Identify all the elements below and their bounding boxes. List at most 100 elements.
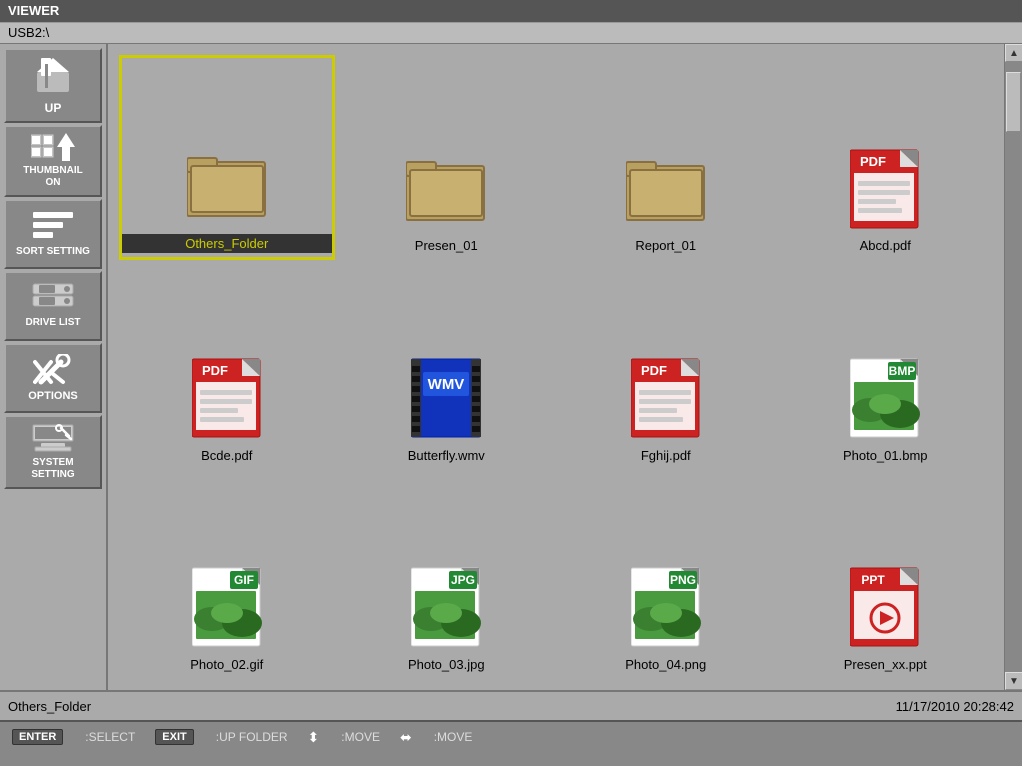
exit-key: EXIT	[155, 729, 193, 745]
wmv-icon: WMV	[411, 354, 481, 439]
pdf-icon-wrap-abcd: PDF	[845, 142, 925, 232]
scrollbar: ▲ ▼	[1004, 44, 1022, 690]
svg-text:WMV: WMV	[428, 376, 465, 393]
file-name-report01: Report_01	[635, 238, 696, 253]
sort-label: SORT SETTING	[16, 246, 90, 258]
folder-icon-wrap-3	[626, 142, 706, 232]
svg-text:PDF: PDF	[860, 154, 886, 169]
folder-icon	[187, 148, 267, 218]
status-right: 11/17/2010 20:28:42	[896, 699, 1014, 714]
scroll-thumb[interactable]	[1006, 72, 1021, 132]
file-name-fghij-pdf: Fghij.pdf	[641, 448, 691, 463]
scroll-down-arrow: ▼	[1009, 676, 1019, 687]
drive-label: DRIVE LIST	[25, 317, 80, 329]
svg-text:PDF: PDF	[641, 363, 667, 378]
scroll-up-button[interactable]: ▲	[1005, 44, 1022, 62]
file-name-abcd-pdf: Abcd.pdf	[860, 238, 911, 253]
file-name-others-folder: Others_Folder	[122, 234, 332, 253]
file-name-butterfly-wmv: Butterfly.wmv	[408, 448, 485, 463]
file-name-photo01-bmp: Photo_01.bmp	[843, 448, 928, 463]
file-name-photo03-jpg: Photo_03.jpg	[408, 657, 485, 672]
file-item-report01[interactable]: Report_01	[561, 58, 771, 257]
ppt-icon-wrap: PPT	[845, 561, 925, 651]
png-icon-wrap: PNG	[626, 561, 706, 651]
file-item-photo01-bmp[interactable]: BMP Photo_01.bmp	[781, 267, 991, 466]
system-setting-button[interactable]: SYSTEM SETTING	[4, 415, 102, 489]
up-icon	[33, 56, 73, 97]
ppt-icon: PPT	[850, 563, 920, 648]
file-area: Others_Folder Presen_01	[108, 44, 1022, 690]
file-item-photo03-jpg[interactable]: JPG Photo_03.jpg	[342, 477, 552, 676]
file-item-others-folder[interactable]: Others_Folder	[122, 58, 332, 257]
scroll-track[interactable]	[1005, 62, 1022, 672]
pdf-icon-bcde: PDF	[192, 354, 262, 439]
up-label: UP	[45, 101, 62, 115]
scroll-down-button[interactable]: ▼	[1005, 672, 1022, 690]
jpg-icon-wrap: JPG	[406, 561, 486, 651]
enter-key: ENTER	[12, 729, 63, 745]
folder-icon-wrap	[187, 138, 267, 228]
file-name-photo04-png: Photo_04.png	[625, 657, 706, 672]
up-button[interactable]: UP	[4, 48, 102, 123]
system-label: SYSTEM SETTING	[10, 457, 96, 481]
thumbnail-button[interactable]: THUMBNAILON	[4, 125, 102, 197]
file-item-fghij-pdf[interactable]: PDF Fghij.pdf	[561, 267, 771, 466]
jpg-icon: JPG	[411, 563, 481, 648]
svg-text:PNG: PNG	[670, 573, 696, 587]
thumbnail-icon	[31, 133, 75, 161]
status-left: Others_Folder	[8, 699, 896, 714]
file-name-presenxx-ppt: Presen_xx.ppt	[844, 657, 927, 672]
svg-text:BMP: BMP	[889, 364, 916, 378]
options-icon	[33, 354, 73, 386]
current-path: USB2:\	[8, 25, 49, 40]
status-bar: Others_Folder 11/17/2010 20:28:42	[0, 690, 1022, 720]
app-title: VIEWER	[8, 3, 59, 18]
pdf-icon-fghij: PDF	[631, 354, 701, 439]
gif-icon-wrap: GIF	[187, 561, 267, 651]
title-bar: VIEWER	[0, 0, 1022, 22]
file-item-presen01[interactable]: Presen_01	[342, 58, 552, 257]
enter-label: :SELECT	[85, 730, 135, 744]
png-icon: PNG	[631, 563, 701, 648]
sort-icon	[31, 210, 75, 242]
pdf-icon-wrap-bcde: PDF	[187, 352, 267, 442]
file-item-presenxx-ppt[interactable]: PPT Presen_xx.ppt	[781, 477, 991, 676]
folder-icon-2	[406, 152, 486, 222]
move-label-1: :MOVE	[341, 730, 380, 744]
move-label-2: :MOVE	[434, 730, 473, 744]
path-bar: USB2:\	[0, 22, 1022, 44]
folder-icon-3	[626, 152, 706, 222]
thumbnail-label: THUMBNAILON	[23, 165, 82, 189]
pdf-icon-abcd: PDF	[850, 145, 920, 230]
file-name-bcde-pdf: Bcde.pdf	[201, 448, 252, 463]
file-grid: Others_Folder Presen_01	[108, 44, 1004, 690]
file-name-presen01: Presen_01	[415, 238, 478, 253]
gif-icon: GIF	[192, 563, 262, 648]
system-icon	[31, 423, 75, 453]
file-item-photo02-gif[interactable]: GIF Photo_02.gif	[122, 477, 332, 676]
scroll-up-arrow: ▲	[1009, 48, 1019, 59]
file-item-bcde-pdf[interactable]: PDF Bcde.pdf	[122, 267, 332, 466]
move-arrow-1: ⬍	[308, 729, 320, 746]
pdf-icon-wrap-fghij: PDF	[626, 352, 706, 442]
options-label: OPTIONS	[28, 390, 78, 402]
exit-label: :UP FOLDER	[216, 730, 288, 744]
file-item-butterfly-wmv[interactable]: WMV Butterfly.wmv	[342, 267, 552, 466]
folder-icon-wrap-2	[406, 142, 486, 232]
svg-text:JPG: JPG	[451, 573, 475, 587]
bottom-bar: ENTER :SELECT EXIT :UP FOLDER ⬍ :MOVE ⬌ …	[0, 720, 1022, 752]
drive-icon	[31, 283, 75, 313]
main-layout: UP THUMBNAILON	[0, 44, 1022, 690]
svg-text:PPT: PPT	[862, 573, 886, 587]
drive-list-button[interactable]: DRIVE LIST	[4, 271, 102, 341]
sort-button[interactable]: SORT SETTING	[4, 199, 102, 269]
file-item-abcd-pdf[interactable]: PDF Abcd.pdf	[781, 58, 991, 257]
file-item-photo04-png[interactable]: PNG Photo_04.png	[561, 477, 771, 676]
svg-text:PDF: PDF	[202, 363, 228, 378]
move-arrow-2: ⬌	[400, 729, 412, 746]
wmv-icon-wrap: WMV	[406, 352, 486, 442]
options-button[interactable]: OPTIONS	[4, 343, 102, 413]
file-name-photo02-gif: Photo_02.gif	[190, 657, 263, 672]
bmp-icon-wrap: BMP	[845, 352, 925, 442]
sidebar: UP THUMBNAILON	[0, 44, 108, 690]
